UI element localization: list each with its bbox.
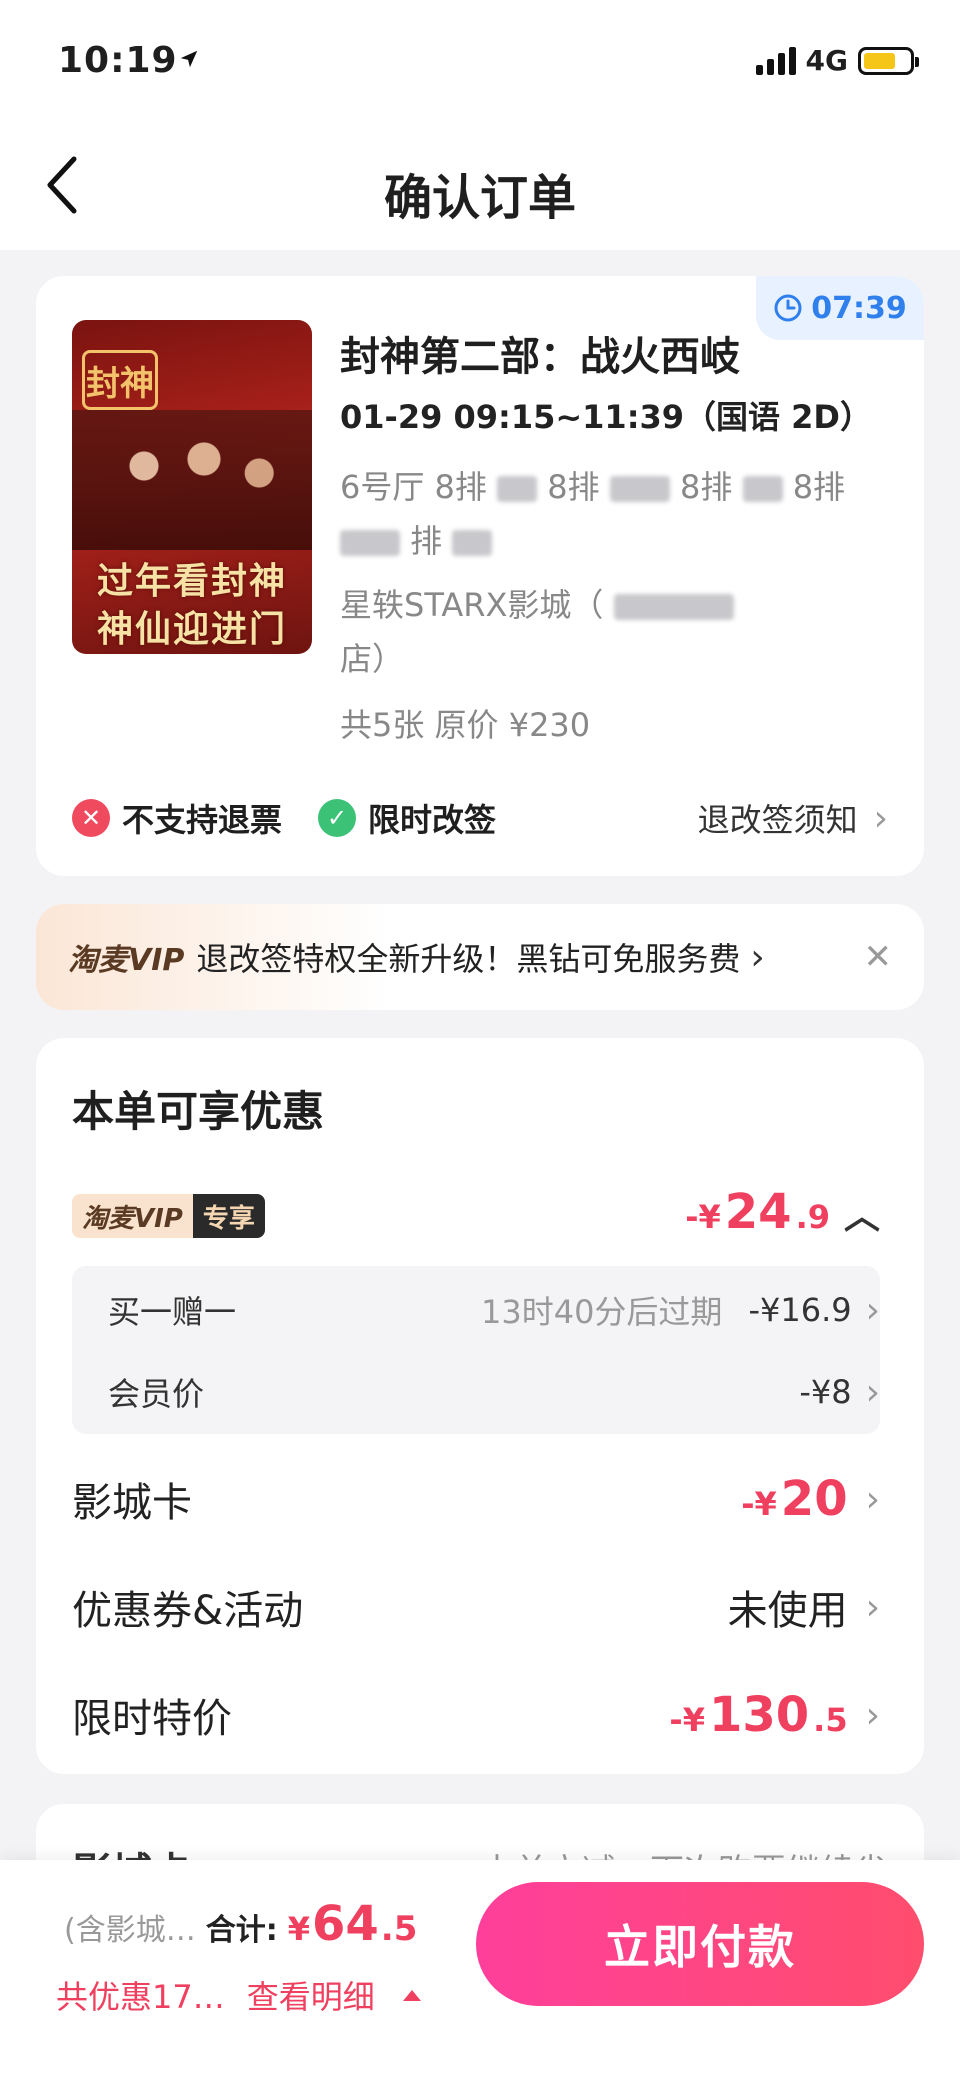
bogo-row[interactable]: 买一赠一 13时40分后过期 -¥16.9 › xyxy=(108,1280,880,1340)
redacted-block xyxy=(613,594,734,620)
special-int: 130 xyxy=(708,1687,810,1743)
chevron-right-icon: › xyxy=(750,936,765,978)
chevron-right-icon: › xyxy=(865,1694,880,1736)
special-dec: .5 xyxy=(813,1701,848,1739)
header: 10:19 4G 确认订单 xyxy=(0,0,960,250)
chevron-up-icon: ︿ xyxy=(843,1196,880,1237)
chevron-right-icon: › xyxy=(865,1586,880,1628)
refund-policy-link[interactable]: 退改签须知 › xyxy=(698,795,888,841)
discounts-title: 本单可享优惠 xyxy=(72,1087,325,1136)
redacted-block xyxy=(340,530,400,556)
chevron-right-icon: › xyxy=(865,1371,880,1413)
page-title: 确认订单 xyxy=(383,170,576,226)
timer-value: 07:39 xyxy=(811,290,907,326)
chevron-right-icon: › xyxy=(865,1478,880,1520)
view-details-link[interactable]: 查看明细 xyxy=(247,1972,375,2018)
chevron-right-icon: › xyxy=(873,797,888,839)
showtime: 01-29 09:15~11:39（国语 2D） xyxy=(340,398,872,436)
seat-text: 6号厅 8排 xyxy=(340,468,487,506)
special-label: 限时特价 xyxy=(72,1696,232,1742)
network-type: 4G xyxy=(805,44,848,77)
ticket-price-summary: 共5张 原价 ¥230 xyxy=(340,706,591,744)
close-icon[interactable]: ✕ xyxy=(864,937,893,977)
vip-amount-prefix: -¥ xyxy=(685,1198,721,1236)
discounts-card: 本单可享优惠 淘麦VIP 专享 -¥ 24 .9 ︿ 买一赠一 13时40分后过… xyxy=(36,1038,924,1774)
seat-text: 8排 xyxy=(792,468,846,506)
caret-up-icon xyxy=(402,1989,421,2001)
status-indicators: 4G xyxy=(755,44,919,77)
clock-icon xyxy=(774,294,802,322)
movie-poster[interactable]: 封神 过年看封神 神仙迎进门 xyxy=(72,320,312,654)
savings-text: 共优惠17… xyxy=(56,1978,225,2016)
total-dec: .5 xyxy=(380,1909,418,1949)
cinema-tail: 店） xyxy=(340,640,405,678)
movie-title: 封神第二部：战火西岐 xyxy=(340,334,740,380)
battery-icon xyxy=(858,46,919,75)
limited-change-item: ✓ 限时改签 xyxy=(318,795,496,841)
vip-amount-int: 24 xyxy=(724,1184,792,1240)
cross-icon: ✕ xyxy=(72,799,110,837)
cinema-card-prefix: -¥ xyxy=(741,1485,777,1523)
cinema-card-label: 影城卡 xyxy=(72,1480,192,1526)
total-int: 64 xyxy=(311,1896,379,1952)
cinema-card-value: 20 xyxy=(780,1471,848,1527)
seat-text: 8排 xyxy=(679,468,733,506)
special-price-row[interactable]: 限时特价 -¥ 130 .5 › xyxy=(72,1680,880,1750)
vip-discount-toggle[interactable]: -¥ 24 .9 ︿ xyxy=(685,1184,880,1240)
bogo-value: -¥16.9 xyxy=(748,1291,852,1329)
vip-amount-dec: .9 xyxy=(795,1198,830,1236)
no-refund-item: ✕ 不支持退票 xyxy=(72,795,282,841)
order-card: 07:39 封神 过年看封神 神仙迎进门 封神第二部：战火西岐 01-29 09… xyxy=(36,276,924,876)
signal-icon xyxy=(755,46,796,75)
poster-artwork xyxy=(72,410,312,550)
limited-change-label: 限时改签 xyxy=(368,801,497,839)
coupon-row[interactable]: 优惠券&活动 未使用 › xyxy=(72,1572,880,1642)
no-refund-label: 不支持退票 xyxy=(122,801,283,839)
redacted-block xyxy=(452,530,493,556)
poster-slogan-2: 神仙迎进门 xyxy=(96,609,287,650)
bogo-label: 买一赠一 xyxy=(108,1293,237,1331)
total-label: 合计: xyxy=(205,1913,278,1948)
chevron-right-icon: › xyxy=(865,1289,880,1331)
seat-text: 8排 xyxy=(547,468,600,506)
savings-line: 共优惠17… 查看明细 xyxy=(56,1972,421,2018)
total-currency: ¥ xyxy=(287,1910,310,1948)
vip-promo-banner[interactable]: 淘麦VIP 退改签特权全新升级！黑钻可免服务费 › ✕ xyxy=(36,904,924,1010)
vip-exclusive-tag: 淘麦VIP 专享 xyxy=(72,1194,265,1238)
redacted-block xyxy=(609,476,670,502)
poster-slogan-1: 过年看封神 xyxy=(96,561,287,602)
countdown-timer: 07:39 xyxy=(756,276,924,340)
checkout-bar: (含影城… 合计: ¥ 64 .5 共优惠17… 查看明细 立即付款 xyxy=(0,1860,960,2079)
location-arrow-icon xyxy=(180,50,198,68)
status-time: 10:19 xyxy=(58,40,178,81)
total-line: (含影城… 合计: ¥ 64 .5 xyxy=(64,1896,417,1952)
cinema-text: 星轶STARX影城（ xyxy=(340,586,604,624)
coupon-label: 优惠券&活动 xyxy=(72,1588,304,1634)
refund-policy-row: ✕ 不支持退票 ✓ 限时改签 退改签须知 › xyxy=(72,788,888,848)
vip-promo-text: 退改签特权全新升级！黑钻可免服务费 xyxy=(196,940,741,978)
seat-text: 排 xyxy=(410,522,443,560)
redacted-block xyxy=(742,476,783,502)
vip-discount-details: 买一赠一 13时40分后过期 -¥16.9 › 会员价 -¥8 › xyxy=(72,1266,880,1434)
cinema-name: 星轶STARX影城（ 店） xyxy=(340,578,880,686)
vip-tag-brand: 淘麦VIP xyxy=(72,1194,193,1238)
special-prefix: -¥ xyxy=(669,1701,705,1739)
total-price: ¥ 64 .5 xyxy=(288,1896,418,1952)
vip-tag-exclusive: 专享 xyxy=(192,1194,265,1238)
included-note: (含影城… xyxy=(64,1913,196,1948)
member-label: 会员价 xyxy=(108,1375,205,1413)
cinema-card-row[interactable]: 影城卡 -¥ 20 › xyxy=(72,1464,880,1534)
coupon-value: 未使用 xyxy=(727,1588,848,1634)
bogo-expiry: 13时40分后过期 xyxy=(480,1293,723,1331)
poster-logo: 封神 xyxy=(82,350,158,410)
policy-link-label: 退改签须知 xyxy=(697,801,858,839)
redacted-block xyxy=(497,476,538,502)
check-icon: ✓ xyxy=(318,799,357,837)
member-value: -¥8 xyxy=(799,1373,852,1411)
vip-logo: 淘麦VIP xyxy=(68,943,185,978)
seat-info: 6号厅 8排 8排 8排 8排 排 xyxy=(340,460,900,568)
pay-now-button[interactable]: 立即付款 xyxy=(476,1882,924,2006)
member-price-row[interactable]: 会员价 -¥8 › xyxy=(108,1362,880,1422)
